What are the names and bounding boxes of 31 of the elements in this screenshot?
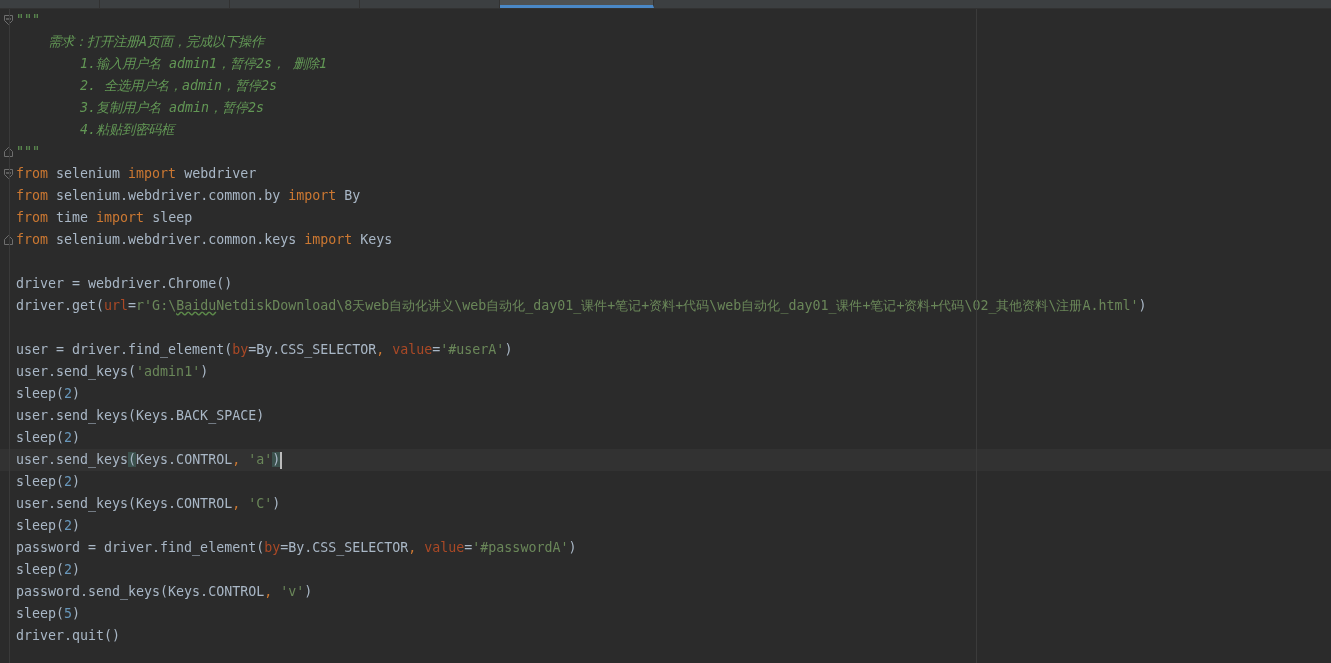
code-line: user.send_keys('admin1') bbox=[16, 363, 209, 382]
code-line: sleep(2) bbox=[16, 561, 81, 579]
code-line: 4.粘贴到密码框 bbox=[79, 121, 175, 139]
editor-tab[interactable] bbox=[500, 0, 654, 8]
code-line: user.send_keys(Keys.CONTROL, 'C') bbox=[16, 495, 281, 514]
code-line: user = driver.find_element(by=By.CSS_SELECTOR, value='#userA') bbox=[16, 341, 513, 360]
code-line: sleep(2) bbox=[16, 473, 81, 491]
code-line: sleep(5) bbox=[16, 605, 81, 623]
fold-icon[interactable] bbox=[3, 169, 13, 179]
code-line: password.send_keys(Keys.CONTROL, 'v') bbox=[16, 583, 313, 602]
code-line: user.send_keys(Keys.CONTROL, 'a') bbox=[16, 450, 283, 471]
code-line: """ bbox=[16, 143, 41, 161]
code-line: user.send_keys(Keys.BACK_SPACE) bbox=[16, 407, 265, 426]
code-line: 3.复制用户名 admin，暂停2s bbox=[79, 99, 265, 117]
code-line: 2. 全选用户名，admin，暂停2s bbox=[79, 77, 278, 95]
fold-icon[interactable] bbox=[3, 147, 13, 157]
code-line: from selenium import webdriver bbox=[16, 165, 257, 183]
code-line: driver = webdriver.Chrome() bbox=[16, 275, 233, 293]
code-line: 需求：打开注册A页面，完成以下操作 bbox=[47, 33, 265, 51]
code-line: from selenium.webdriver.common.keys import Keys bbox=[16, 231, 393, 249]
code-line: sleep(2) bbox=[16, 429, 81, 447]
fold-icon[interactable] bbox=[3, 235, 13, 245]
code-line: password = driver.find_element(by=By.CSS_SELECTOR, value='#passwordA') bbox=[16, 539, 577, 558]
code-line: from selenium.webdriver.common.by import By bbox=[16, 187, 361, 205]
code-line: sleep(2) bbox=[16, 517, 81, 535]
code-line: """ bbox=[16, 11, 41, 29]
fold-icon[interactable] bbox=[3, 15, 13, 25]
code-line: driver.quit() bbox=[16, 627, 121, 645]
code-line: from time import sleep bbox=[16, 209, 193, 227]
code-line: sleep(2) bbox=[16, 385, 81, 403]
code-line: 1.输入用户名 admin1，暂停2s， 删除1 bbox=[79, 55, 328, 73]
